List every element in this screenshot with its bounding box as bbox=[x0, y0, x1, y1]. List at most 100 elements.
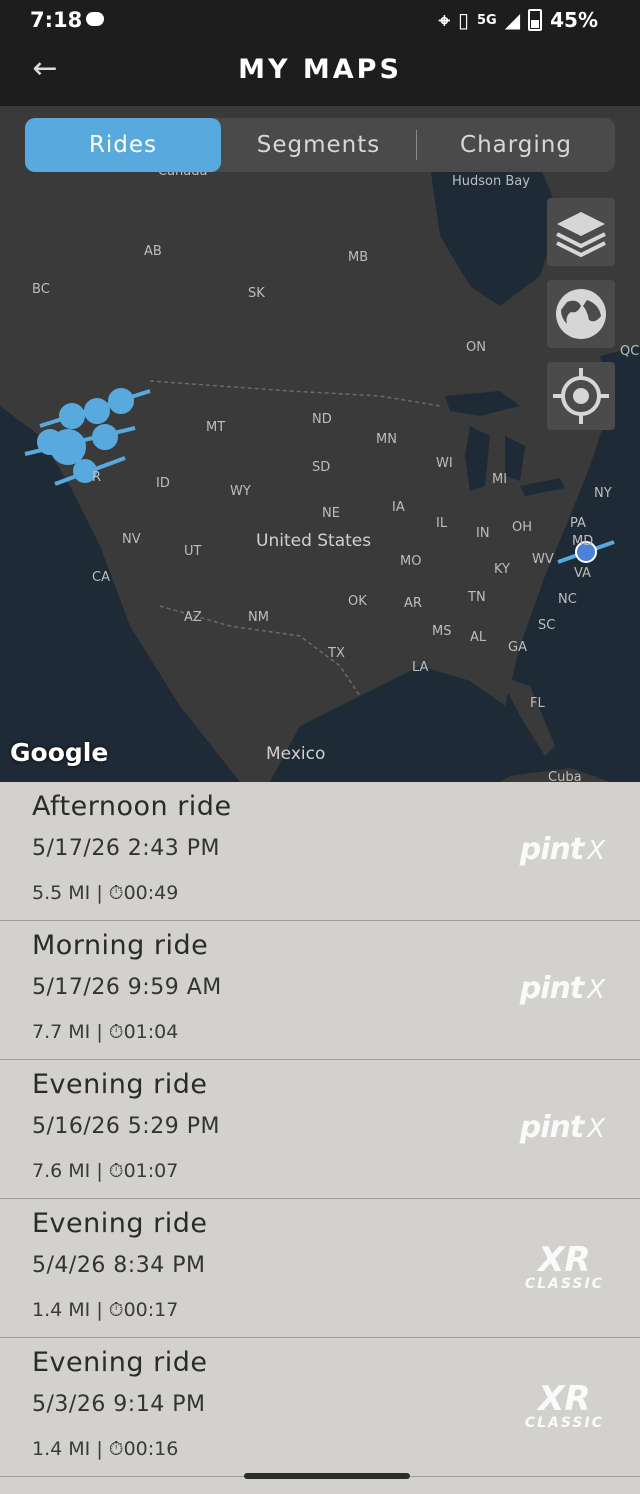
map-label-wv: WV bbox=[532, 552, 554, 567]
map-label-sk: SK bbox=[248, 286, 265, 301]
map-label-on: ON bbox=[466, 340, 486, 355]
status-time: 7:18 bbox=[30, 8, 83, 32]
board-suffix: CLASSIC bbox=[524, 1415, 604, 1431]
ride-name: Evening ride bbox=[32, 1069, 208, 1100]
map-label-oh: OH bbox=[512, 520, 533, 535]
ride-name: Morning ride bbox=[32, 930, 209, 961]
map-label-ar: AR bbox=[404, 596, 422, 611]
map-label-hudson: Hudson Bay bbox=[452, 174, 530, 189]
ride-distance: 1.4 MI bbox=[32, 1438, 91, 1460]
map-label-az: AZ bbox=[184, 610, 202, 625]
ride-stats: 1.4 MI | ⏱00:16 bbox=[32, 1438, 178, 1460]
map-label-mi: MI bbox=[492, 472, 508, 487]
board-name: XR bbox=[538, 1379, 591, 1419]
map-label-va: VA bbox=[574, 566, 591, 581]
map-label-tn: TN bbox=[468, 590, 486, 605]
map-label-ga: GA bbox=[508, 640, 527, 655]
map-background bbox=[0, 106, 640, 782]
tab-charging[interactable]: Charging bbox=[417, 118, 615, 172]
page-title: MY MAPS bbox=[238, 54, 402, 85]
list-item[interactable]: Evening ride 5/3/26 9:14 PM 1.4 MI | ⏱00… bbox=[0, 1338, 640, 1477]
ride-name: Evening ride bbox=[32, 1208, 208, 1239]
board-logo: pint X bbox=[520, 971, 605, 1006]
locate-button[interactable] bbox=[547, 362, 615, 430]
battery-level: 45% bbox=[550, 8, 598, 32]
map-label-nm: NM bbox=[248, 610, 269, 625]
map-label-mt: MT bbox=[206, 420, 226, 435]
layers-button[interactable] bbox=[547, 198, 615, 266]
map-label-md: MD bbox=[572, 534, 594, 549]
map-tabs: Rides Segments Charging bbox=[25, 118, 615, 172]
map-label-fl: FL bbox=[530, 696, 545, 711]
map-label-nd: ND bbox=[312, 412, 332, 427]
map-label-qc: QC bbox=[620, 344, 640, 359]
ride-date: 5/17/26 2:43 PM bbox=[32, 836, 220, 861]
list-item[interactable]: Evening ride 5/4/26 8:34 PM 1.4 MI | ⏱00… bbox=[0, 1199, 640, 1338]
board-suffix: X bbox=[587, 975, 605, 1005]
map-label-sd: SD bbox=[312, 460, 331, 475]
map-label-mexico: Mexico bbox=[266, 744, 326, 764]
battery-icon bbox=[528, 9, 543, 31]
tab-segments[interactable]: Segments bbox=[221, 118, 416, 172]
home-indicator[interactable] bbox=[244, 1473, 410, 1479]
map-label-wi: WI bbox=[436, 456, 453, 471]
layers-icon bbox=[556, 212, 606, 258]
stats-separator: | bbox=[96, 1299, 103, 1321]
ride-distance: 5.5 MI bbox=[32, 882, 91, 904]
stopwatch-icon: ⏱ bbox=[108, 1299, 124, 1321]
ride-duration: 00:16 bbox=[123, 1438, 179, 1460]
stats-separator: | bbox=[96, 1438, 103, 1460]
map-label-in: IN bbox=[476, 526, 490, 541]
status-bar: 7:18 ⌖ ▯ 5G ◢ 45% bbox=[0, 0, 640, 40]
stopwatch-icon: ⏱ bbox=[108, 1438, 124, 1460]
network-label: 5G bbox=[477, 12, 497, 28]
map-view[interactable]: Canada Hudson Bay AB BC MB SK ON QC MT N… bbox=[0, 106, 640, 782]
map-label-ab: AB bbox=[144, 244, 162, 259]
stopwatch-icon: ⏱ bbox=[108, 1160, 124, 1182]
list-item[interactable]: Evening ride 5/16/26 5:29 PM 7.6 MI | ⏱0… bbox=[0, 1060, 640, 1199]
ride-distance: 7.7 MI bbox=[32, 1021, 91, 1043]
ride-date: 5/4/26 8:34 PM bbox=[32, 1253, 206, 1278]
map-label-ny: NY bbox=[594, 486, 612, 501]
map-label-wy: WY bbox=[230, 484, 251, 499]
ride-distance: 7.6 MI bbox=[32, 1160, 91, 1182]
ride-name: Evening ride bbox=[32, 1347, 208, 1378]
map-label-sc: SC bbox=[538, 618, 556, 633]
map-label-nc: NC bbox=[558, 592, 577, 607]
map-label-tx: TX bbox=[328, 646, 345, 661]
board-logo: pint X bbox=[520, 1110, 605, 1145]
ride-date: 5/17/26 9:59 AM bbox=[32, 975, 222, 1000]
map-label-or: R bbox=[92, 470, 102, 485]
map-label-ne: NE bbox=[322, 506, 340, 521]
ride-date: 5/3/26 9:14 PM bbox=[32, 1392, 206, 1417]
board-logo: XR CLASSIC bbox=[525, 1243, 604, 1291]
location-icon: ⌖ bbox=[438, 8, 450, 32]
stopwatch-icon: ⏱ bbox=[108, 882, 124, 904]
board-name: pint bbox=[519, 832, 584, 867]
ride-duration: 00:17 bbox=[123, 1299, 179, 1321]
board-logo: XR CLASSIC bbox=[525, 1382, 604, 1430]
status-right: ⌖ ▯ 5G ◢ 45% bbox=[439, 8, 598, 32]
app-header: ← MY MAPS bbox=[0, 40, 640, 106]
board-suffix: CLASSIC bbox=[524, 1276, 604, 1292]
ride-date: 5/16/26 5:29 PM bbox=[32, 1114, 220, 1139]
tab-rides[interactable]: Rides bbox=[25, 118, 221, 172]
board-logo: pint X bbox=[519, 832, 605, 867]
stats-separator: | bbox=[96, 1160, 103, 1182]
list-item[interactable]: Morning ride 5/17/26 9:59 AM 7.7 MI | ⏱0… bbox=[0, 921, 640, 1060]
map-label-bc: BC bbox=[32, 282, 50, 297]
map-label-ia: IA bbox=[392, 500, 405, 515]
map-label-nv: NV bbox=[122, 532, 141, 547]
board-name: XR bbox=[538, 1240, 591, 1280]
globe-button[interactable] bbox=[547, 280, 615, 348]
globe-icon bbox=[556, 289, 606, 339]
signal-icon: ◢ bbox=[504, 8, 521, 32]
ride-stats: 5.5 MI | ⏱00:49 bbox=[32, 882, 178, 904]
crosshair-icon bbox=[553, 368, 609, 424]
ride-duration: 01:04 bbox=[123, 1021, 179, 1043]
map-label-cuba: Cuba bbox=[548, 770, 582, 782]
ride-stats: 7.6 MI | ⏱01:07 bbox=[32, 1160, 178, 1182]
board-suffix: X bbox=[587, 836, 605, 866]
list-item[interactable]: Afternoon ride 5/17/26 2:43 PM 5.5 MI | … bbox=[0, 782, 640, 921]
google-attribution: Google bbox=[10, 738, 109, 767]
